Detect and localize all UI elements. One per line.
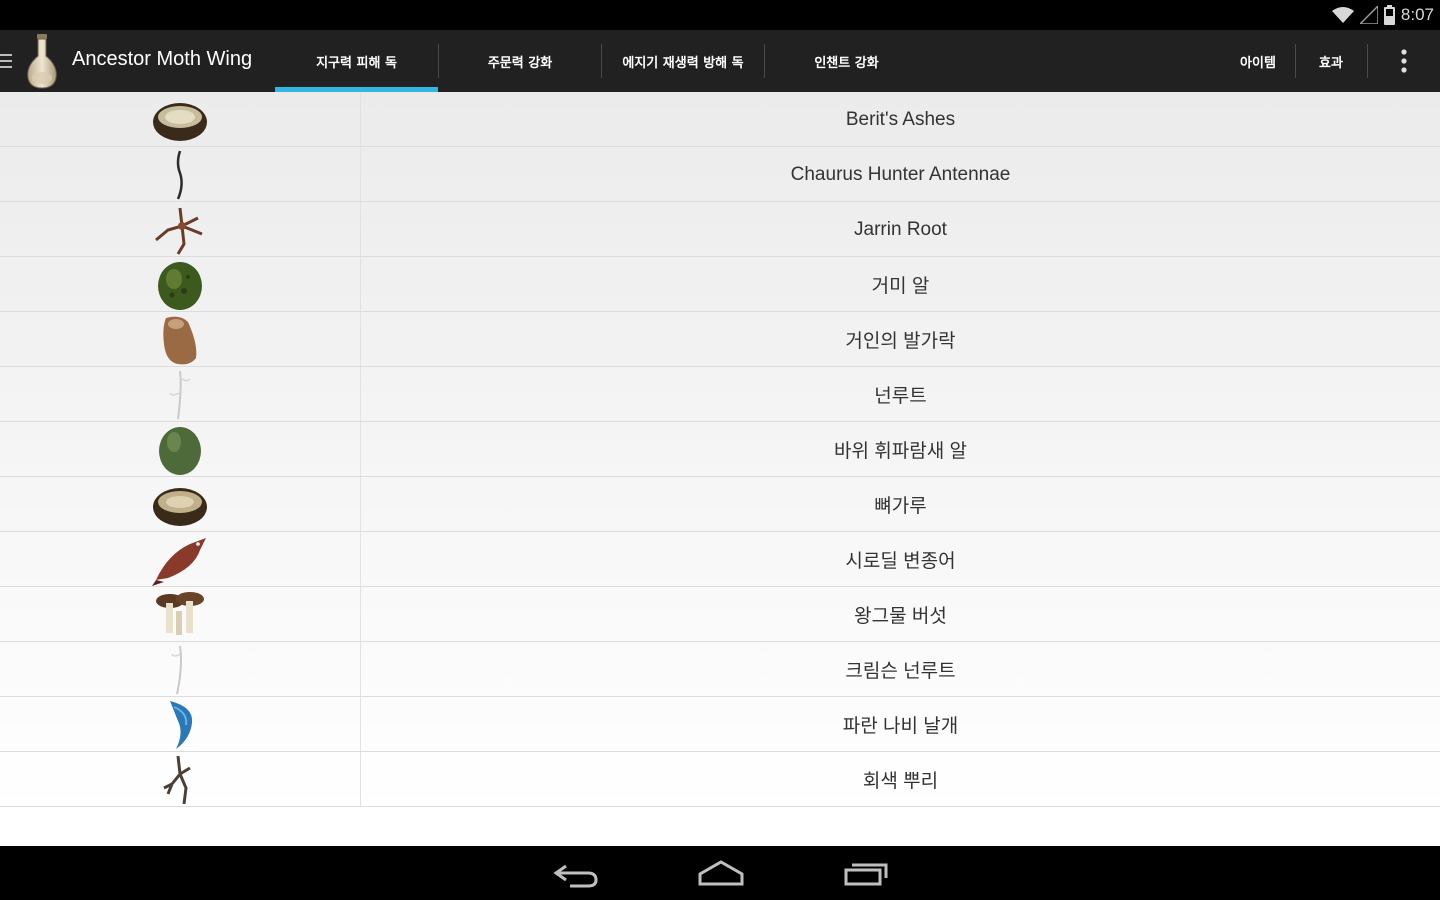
battery-icon: [1383, 5, 1395, 25]
tab-label: 지구력 피해 독: [316, 55, 397, 71]
items-action-button[interactable]: 아이템: [1222, 30, 1294, 92]
app-screen: 8:07 Ancestor Moth Wing 지구력 피해 독 주문력 강화 …: [0, 0, 1440, 900]
list-item[interactable]: Jarrin Root: [0, 202, 1440, 257]
ingredient-name: Berit's Ashes: [845, 108, 956, 130]
list-item[interactable]: 바위 휘파람새 알: [0, 422, 1440, 477]
ingredient-name: 회색 뿌리: [862, 771, 939, 792]
list-item[interactable]: 넌루트: [0, 367, 1440, 422]
list-item[interactable]: Chaurus Hunter Antennae: [0, 147, 1440, 202]
ingredient-name: 거미 알: [871, 276, 930, 297]
list-item[interactable]: 시로딜 변종어: [0, 532, 1440, 587]
list-item[interactable]: 뼈가루: [0, 477, 1440, 532]
system-nav-bar: [0, 846, 1440, 900]
status-icons: 8:07: [1331, 4, 1434, 26]
ingredient-list: Berit's Ashes Chaurus Hunter Antennae Ja…: [0, 92, 1440, 810]
list-item[interactable]: 회색 뿌리: [0, 752, 1440, 807]
tab-fortify-enchanting[interactable]: 인챈트 강화: [765, 30, 928, 92]
list-item[interactable]: 거미 알: [0, 257, 1440, 312]
ingredient-name: 바위 휘파람새 알: [834, 441, 967, 462]
nirnroot-icon: [169, 370, 191, 420]
app-title: Ancestor Moth Wing: [72, 48, 253, 70]
status-time: 8:07: [1400, 5, 1434, 24]
tab-label: 에지기 재생력 방해 독: [622, 55, 744, 71]
drawer-menu-icon[interactable]: [0, 50, 14, 72]
back-icon[interactable]: [552, 858, 602, 888]
overflow-menu-icon[interactable]: [1394, 46, 1414, 76]
wifi-icon: [1331, 7, 1354, 23]
root-icon: [155, 207, 203, 255]
tab-label: 인챈트 강화: [814, 55, 879, 71]
ingredient-name: 넌루트: [874, 386, 927, 407]
status-bar: 8:07: [0, 0, 1440, 30]
spider-egg-icon: [158, 262, 202, 310]
crimson-nirnroot-icon: [171, 645, 182, 695]
giant-toe-icon: [163, 316, 197, 365]
action-bar: Ancestor Moth Wing 지구력 피해 독 주문력 강화 에지기 재…: [0, 30, 1440, 92]
home-icon[interactable]: [696, 858, 746, 888]
ingredient-name: 시로딜 변종어: [845, 551, 956, 572]
ingredient-name: Chaurus Hunter Antennae: [790, 163, 1011, 185]
list-item[interactable]: 크림슨 넌루트: [0, 642, 1440, 697]
recent-apps-icon[interactable]: [842, 858, 892, 888]
list-item[interactable]: Berit's Ashes: [0, 92, 1440, 147]
ingredient-name: 크림슨 넌루트: [845, 661, 956, 682]
rock-warbler-egg-icon: [159, 427, 201, 475]
antennae-icon: [176, 150, 183, 200]
list-item[interactable]: 왕그물 버섯: [0, 587, 1440, 642]
signal-icon: [1359, 6, 1378, 24]
bowl-of-ash-icon: [153, 103, 207, 141]
action-divider: [1367, 44, 1368, 78]
effects-action-button[interactable]: 효과: [1296, 30, 1366, 92]
ingredient-name: 뼈가루: [874, 496, 927, 517]
mushroom-icon: [156, 592, 204, 635]
list-item[interactable]: 파란 나비 날개: [0, 697, 1440, 752]
tab-magicka-regen-poison[interactable]: 에지기 재생력 방해 독: [602, 30, 764, 92]
ingredient-name: 거인의 발가락: [845, 331, 956, 352]
potion-flask-icon[interactable]: [22, 32, 62, 90]
tab-stamina-damage-poison[interactable]: 지구력 피해 독: [275, 30, 438, 92]
tab-label: 주문력 강화: [487, 55, 553, 71]
tab-fortify-spell[interactable]: 주문력 강화: [439, 30, 601, 92]
blue-butterfly-wing-icon: [170, 701, 193, 749]
bone-meal-bowl-icon: [153, 488, 207, 526]
fish-icon: [152, 538, 206, 586]
ingredient-name: 왕그물 버섯: [854, 606, 947, 627]
list-item[interactable]: 거인의 발가락: [0, 312, 1440, 367]
ingredient-name: Jarrin Root: [854, 218, 947, 240]
grey-root-icon: [163, 755, 191, 805]
ingredient-name: 파란 나비 날개: [842, 716, 959, 737]
